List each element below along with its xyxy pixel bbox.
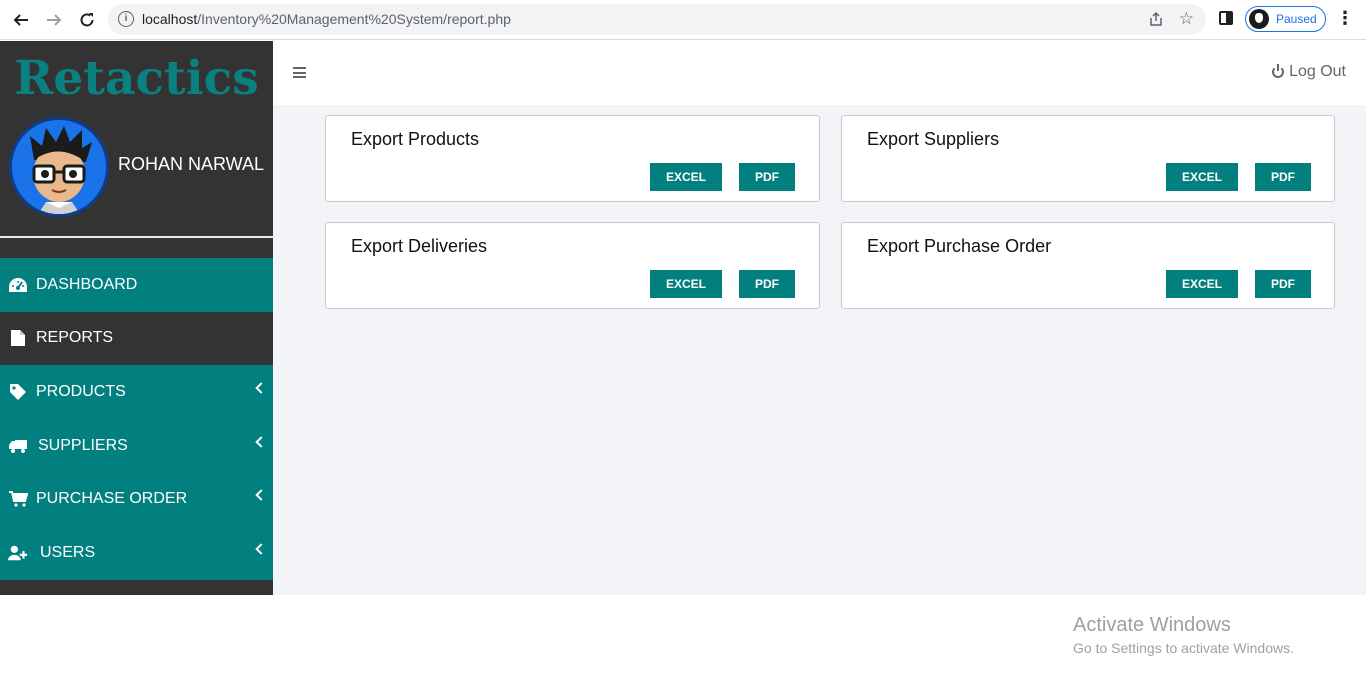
card-title: Export Deliveries — [351, 236, 488, 256]
export-deliveries-pdf-button[interactable]: PDF — [739, 270, 795, 298]
user-plus-icon — [8, 544, 28, 562]
card-title: Export Purchase Order — [867, 236, 1052, 256]
side-panel-icon[interactable] — [1219, 11, 1233, 25]
share-icon[interactable] — [1148, 11, 1164, 30]
profile-avatar — [1249, 9, 1269, 29]
back-icon[interactable] — [9, 8, 33, 32]
export-purchase-order-card: Export Purchase Order EXCEL PDF — [841, 222, 1335, 309]
chevron-left-icon — [255, 382, 267, 394]
url-text[interactable]: localhost/Inventory%20Management%20Syste… — [142, 11, 511, 27]
truck-icon — [8, 437, 28, 455]
chevron-left-icon — [255, 489, 267, 502]
export-purchase-order-excel-button[interactable]: EXCEL — [1166, 270, 1238, 298]
bookmark-star-icon[interactable]: ☆ — [1179, 9, 1194, 29]
sidebar: Retactics ROHAN NARWAL DASHBOARD REPORTS… — [0, 41, 273, 595]
user-name: ROHAN NARWAL — [118, 154, 265, 174]
forward-icon[interactable] — [42, 8, 66, 32]
file-icon — [8, 329, 28, 347]
card-title: Export Products — [351, 129, 480, 149]
export-purchase-order-pdf-button[interactable]: PDF — [1255, 270, 1311, 298]
sidebar-item-label: DASHBOARD — [36, 275, 138, 293]
user-avatar — [9, 117, 109, 217]
export-deliveries-excel-button[interactable]: EXCEL — [650, 270, 722, 298]
sidebar-item-label: REPORTS — [36, 329, 114, 347]
power-icon — [1272, 64, 1285, 78]
menu-toggle-icon[interactable] — [293, 67, 306, 78]
main-content: Export Products EXCEL PDF Export Supplie… — [273, 105, 1366, 595]
reload-icon[interactable] — [75, 8, 99, 32]
sidebar-divider — [0, 236, 273, 238]
browser-toolbar: i localhost/Inventory%20Management%20Sys… — [0, 0, 1366, 40]
address-bar[interactable]: i localhost/Inventory%20Management%20Sys… — [108, 4, 1206, 35]
export-suppliers-card: Export Suppliers EXCEL PDF — [841, 115, 1335, 202]
export-suppliers-excel-button[interactable]: EXCEL — [1166, 163, 1238, 191]
export-products-pdf-button[interactable]: PDF — [739, 163, 795, 191]
export-products-excel-button[interactable]: EXCEL — [650, 163, 722, 191]
sidebar-item-label: USERS — [40, 543, 96, 561]
profile-paused-button[interactable]: Paused — [1245, 6, 1326, 32]
sidebar-item-dashboard[interactable]: DASHBOARD — [0, 258, 273, 312]
export-products-card: Export Products EXCEL PDF — [325, 115, 820, 202]
watermark-subtitle: Go to Settings to activate Windows. — [1073, 640, 1294, 656]
top-navbar: Log Out — [273, 41, 1366, 105]
logout-label: Log Out — [1289, 63, 1346, 80]
sidebar-item-reports[interactable]: REPORTS — [0, 311, 273, 366]
dashboard-gauge-icon — [8, 276, 28, 294]
sidebar-item-purchase-order[interactable]: PURCHASE ORDER — [0, 472, 273, 526]
export-deliveries-card: Export Deliveries EXCEL PDF — [325, 222, 820, 309]
sidebar-item-label: PURCHASE ORDER — [36, 490, 188, 508]
export-suppliers-pdf-button[interactable]: PDF — [1255, 163, 1311, 191]
browser-menu-icon[interactable]: ⋮ — [1336, 8, 1354, 29]
sidebar-item-label: PRODUCTS — [36, 382, 126, 400]
logout-link[interactable]: Log Out — [1272, 63, 1346, 81]
chevron-left-icon — [255, 436, 267, 448]
card-title: Export Suppliers — [867, 129, 1000, 149]
site-info-icon[interactable]: i — [118, 11, 134, 27]
sidebar-item-users[interactable]: USERS — [0, 525, 273, 580]
sidebar-item-products[interactable]: PRODUCTS — [0, 365, 273, 419]
cart-icon — [8, 490, 28, 508]
sidebar-menu: DASHBOARD REPORTS PRODUCTS SUPPLIERS PUR… — [0, 258, 273, 580]
sidebar-item-label: SUPPLIERS — [38, 436, 128, 454]
sidebar-item-suppliers[interactable]: SUPPLIERS — [0, 418, 273, 473]
profile-status-label: Paused — [1276, 12, 1317, 26]
tag-icon — [8, 383, 28, 401]
activate-windows-watermark: Activate Windows Go to Settings to activ… — [1073, 614, 1294, 656]
watermark-title: Activate Windows — [1073, 614, 1231, 636]
brand-logo: Retactics — [14, 51, 259, 106]
chevron-left-icon — [255, 543, 267, 555]
